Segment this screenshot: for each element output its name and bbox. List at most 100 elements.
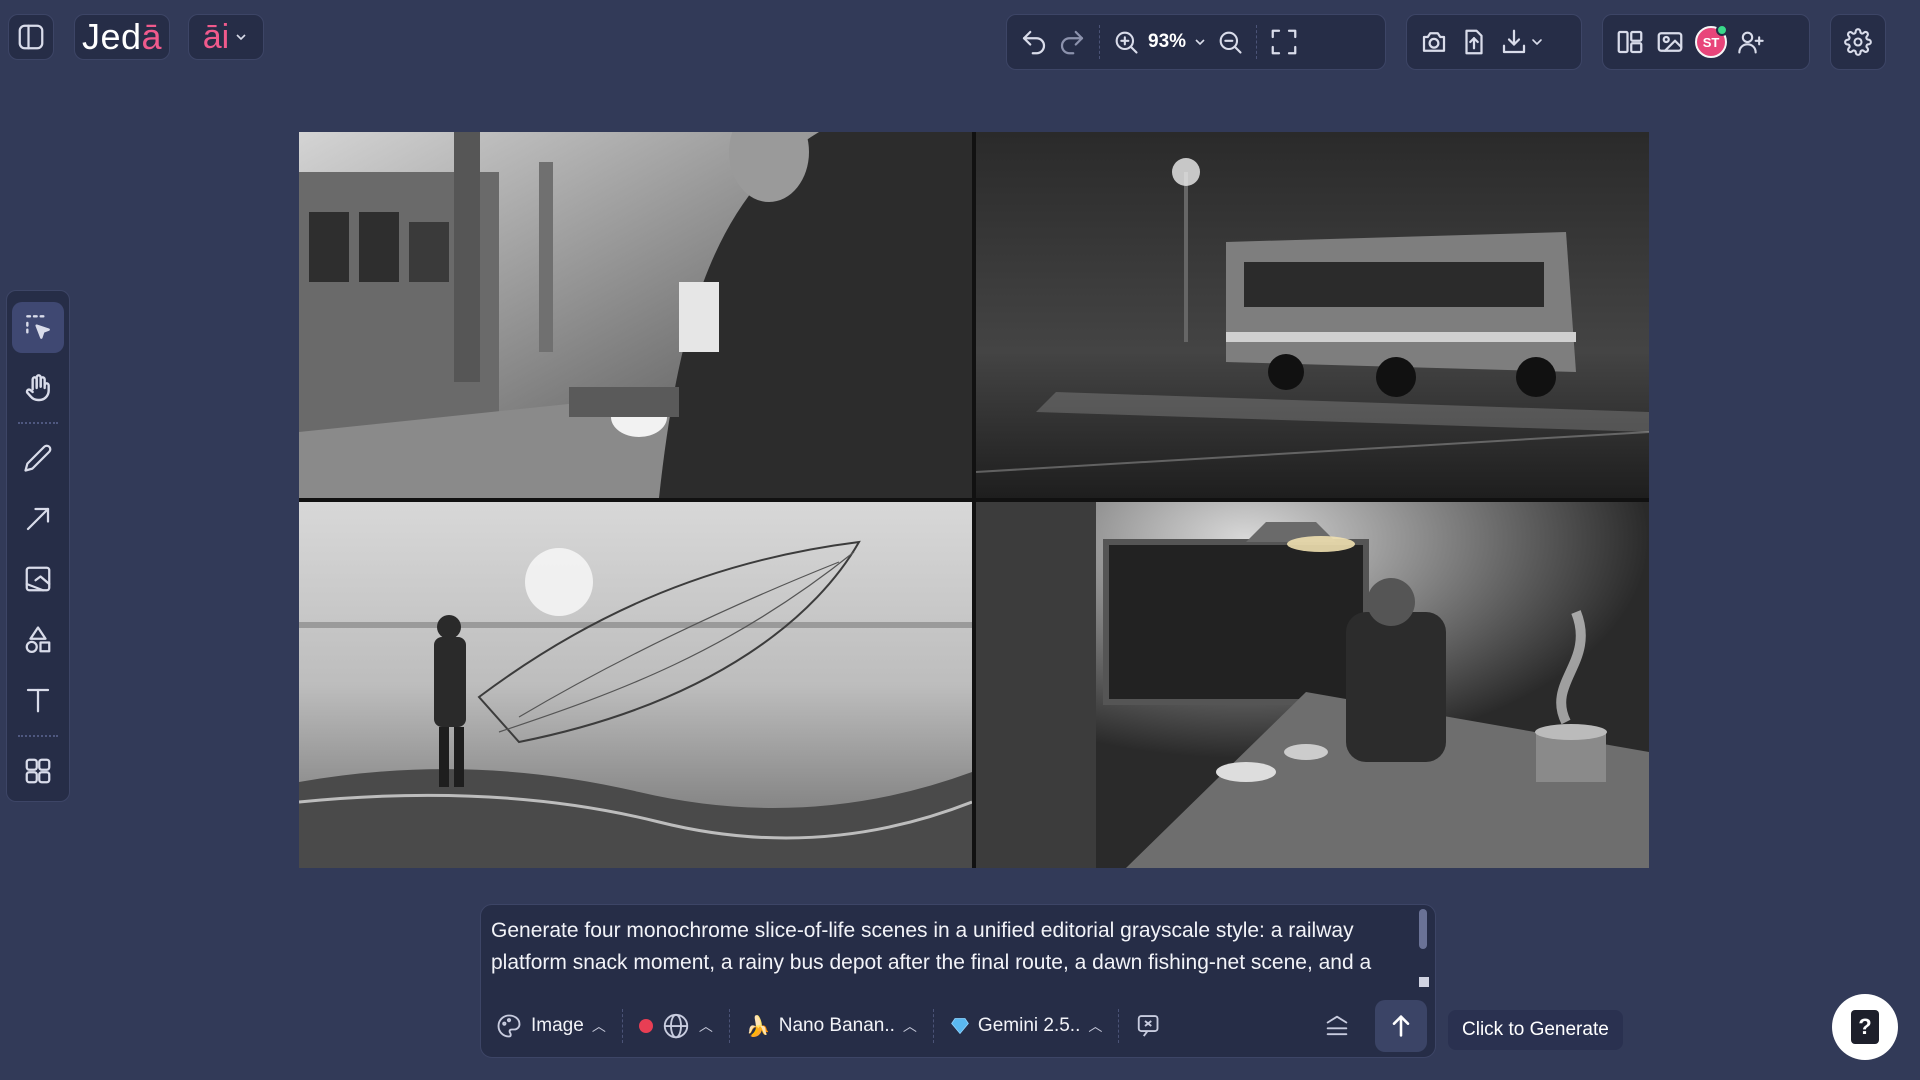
fit-screen-button[interactable] [1269,27,1299,57]
user-avatar[interactable]: ST [1695,24,1728,58]
grid-icon [25,758,51,784]
undo-button[interactable] [1019,27,1049,57]
record-dot-icon [638,1019,653,1033]
image-tool[interactable] [12,554,64,605]
generated-image-bus-depot[interactable] [976,132,1649,498]
divider [1118,1009,1120,1043]
mode-label: Image [531,1015,584,1036]
chat-clear-icon [1138,1015,1159,1037]
select-icon [26,315,50,340]
clear-chat-button[interactable] [1129,1006,1171,1046]
generated-image-kitchen[interactable] [976,502,1649,868]
online-status-dot [1716,24,1728,36]
prompt-panel: Generate four monochrome slice-of-life s… [480,904,1436,1058]
prompt-textarea[interactable]: Generate four monochrome slice-of-life s… [491,915,1409,979]
ai-label: āi [202,17,230,56]
divider [621,1009,623,1043]
download-button[interactable] [1499,27,1545,57]
shapes-tool[interactable] [12,615,64,666]
components-tool[interactable] [12,746,64,797]
add-user-icon [1738,31,1764,54]
chevron-down-icon [236,34,246,41]
arrow-icon [26,507,50,530]
text-tool[interactable] [12,675,64,726]
divider [1099,25,1100,59]
pencil-icon [24,444,52,472]
history-zoom-toolbar: 93% [1006,14,1386,70]
image-icon [25,566,51,592]
kitchen-image [976,502,1649,868]
sidebar-icon [18,24,44,50]
gear-icon [1844,28,1872,56]
upload-button[interactable] [1459,27,1489,57]
layers-button[interactable] [1323,1012,1351,1040]
ai-menu-button[interactable]: āi [188,14,264,60]
select-tool[interactable] [12,302,64,353]
prompt-scrollbar[interactable] [1419,909,1427,949]
mode-selector[interactable]: Image ︿ [489,1006,612,1046]
zoom-dropdown[interactable]: 93% [1148,31,1208,53]
chevron-up-icon: ︿ [698,1018,713,1034]
divider [18,734,58,737]
chevron-up-icon: ︿ [902,1018,917,1034]
arrow-tool[interactable] [12,494,64,545]
invite-user-button[interactable] [1737,28,1765,56]
generated-image-railway[interactable] [299,132,972,498]
zoom-in-button[interactable] [1112,28,1140,56]
zoom-out-icon [1219,31,1242,54]
settings-button[interactable] [1830,14,1886,70]
screenshot-button[interactable] [1419,27,1449,57]
arrow-up-icon [1392,1015,1410,1037]
download-icon [1502,29,1526,54]
web-search-toggle[interactable]: ︿ [633,1006,719,1046]
tooltip-text: Click to Generate [1462,1019,1609,1040]
gallery-button[interactable] [1655,27,1685,57]
gem-icon [951,1018,969,1035]
generated-image-grid[interactable] [299,132,1649,868]
chevron-up-icon: ︿ [591,1018,606,1034]
image-model-selector[interactable]: 🍌 Nano Banan.. ︿ [740,1006,923,1046]
divider [1256,25,1258,59]
fishing-net-image [299,502,972,868]
app-logo[interactable]: Jedā [74,14,170,60]
zoom-level: 93% [1148,31,1187,52]
banana-icon: 🍌 [745,1015,771,1038]
layout-button[interactable] [1615,27,1645,57]
image-gallery-icon [1657,32,1683,52]
chevron-down-icon [1195,39,1205,46]
llm-selector[interactable]: Gemini 2.5.. ︿ [944,1006,1108,1046]
tool-rail [6,290,70,802]
avatar-initials: ST [1702,34,1720,50]
layout-panels-icon [1617,30,1643,54]
zoom-out-button[interactable] [1216,28,1244,56]
hand-tool[interactable] [12,363,64,414]
media-toolbar [1406,14,1582,70]
chevron-up-icon: ︿ [1088,1018,1103,1034]
railway-platform-image [299,132,972,498]
generated-image-fishing-net[interactable] [299,502,972,868]
logo-text: Jedā [81,16,163,57]
prompt-toolbar: Image ︿ ︿ 🍌 Nano Banan.. ︿ Gemini 2.5.. … [489,1000,1427,1052]
generate-tooltip: Click to Generate [1448,1010,1623,1050]
palette-brush-icon [497,1014,521,1038]
zoom-in-icon [1115,31,1138,54]
camera-icon [1422,32,1446,52]
pencil-tool[interactable] [12,433,64,484]
bus-depot-image [976,132,1649,498]
chevron-down-icon [1532,39,1542,45]
layers-icon [1326,1015,1348,1036]
sidebar-toggle-button[interactable] [8,14,54,60]
llm-label: Gemini 2.5.. [977,1015,1081,1036]
hand-icon [25,373,50,401]
resize-handle[interactable] [1419,977,1429,987]
help-button[interactable]: ? [1832,994,1898,1060]
shapes-icon [25,626,51,653]
redo-button[interactable] [1057,27,1087,57]
help-icon: ? [1851,1010,1879,1044]
undo-icon [1022,30,1046,55]
collaboration-toolbar: ST [1602,14,1810,70]
redo-icon [1060,30,1084,55]
fullscreen-icon [1271,29,1297,55]
generate-button[interactable] [1375,1000,1427,1052]
divider [18,422,58,424]
